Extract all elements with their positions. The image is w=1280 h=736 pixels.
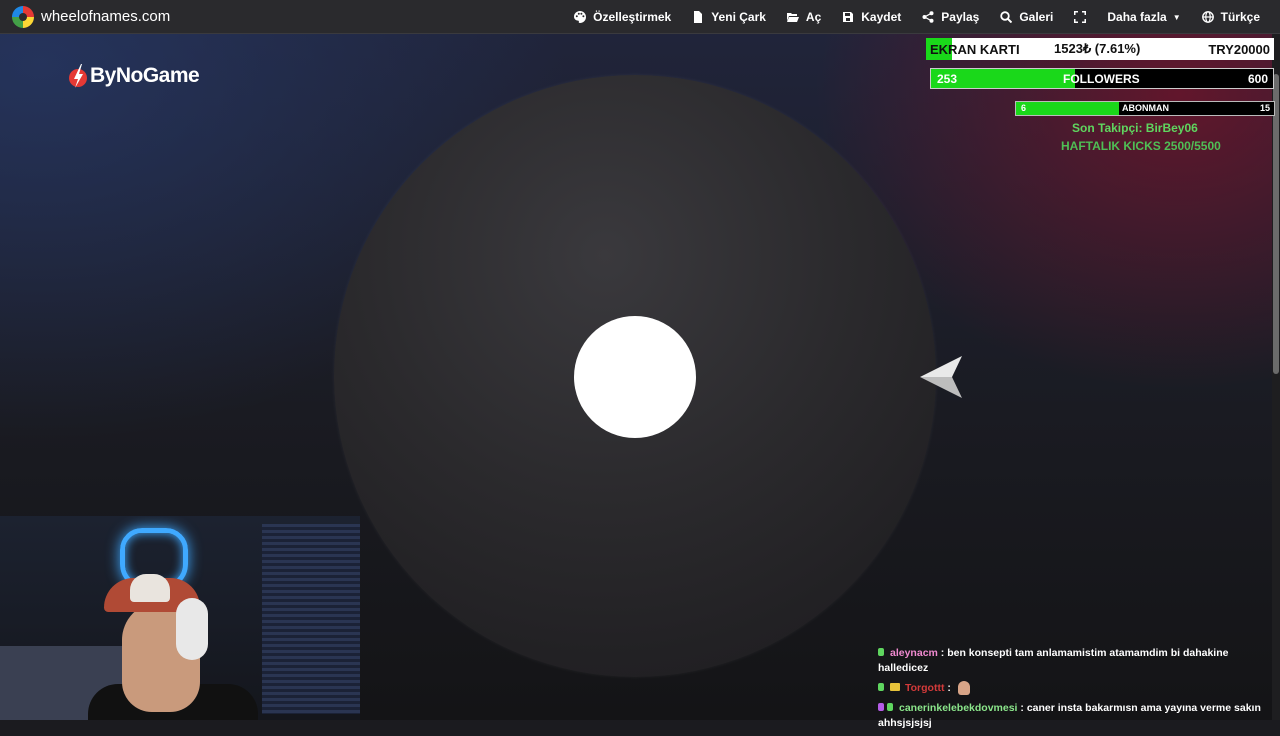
last-follower-text: Son Takipçi: BirBey06 — [1072, 121, 1198, 135]
wheel-logo-icon — [12, 5, 34, 28]
chat-sub-badge-icon — [878, 703, 884, 711]
nav-share[interactable]: Paylaş — [922, 10, 979, 24]
site-name: wheelofnames.com — [41, 8, 171, 25]
donation-goal-value: 1523₺ (7.61%) — [1054, 41, 1141, 56]
followers-target: 600 — [1247, 72, 1268, 86]
nav-save[interactable]: Kaydet — [842, 10, 901, 24]
nav-share-label: Paylaş — [941, 10, 980, 24]
followers-goal-bar: 253 FOLLOWERS 600 — [930, 68, 1274, 89]
followers-current: 253 — [937, 72, 958, 86]
subscriber-current: 6 — [1021, 103, 1027, 113]
subscriber-target: 15 — [1259, 103, 1270, 113]
nav-open-label: Aç — [805, 10, 822, 24]
sponsor-logo: ByNoGame — [68, 62, 200, 90]
sponsor-name: ByNoGame — [90, 64, 200, 87]
wheel-center-hub[interactable] — [574, 316, 696, 438]
globe-icon — [1201, 11, 1214, 23]
nav-new-wheel-label: Yeni Çark — [711, 10, 766, 24]
subscriber-label: ABONMAN — [1122, 103, 1169, 113]
caret-down-icon: ▼ — [1172, 12, 1181, 22]
nav-language[interactable]: Türkçe — [1201, 10, 1260, 24]
nav-customize[interactable]: Özelleştirmek — [574, 10, 671, 24]
scrollbar-thumb[interactable] — [1273, 74, 1279, 374]
chat-badge-icon — [887, 703, 893, 711]
bynogame-mark-icon — [69, 64, 87, 88]
chat-username: aleynacm — [890, 647, 938, 659]
save-icon — [843, 12, 854, 22]
crown-badge-icon — [890, 683, 900, 691]
chat-text: : — [944, 682, 954, 694]
streamer-webcam — [0, 516, 360, 720]
fullscreen-icon — [1074, 11, 1087, 23]
chat-message: canerinkelebekdovmesi : caner insta baka… — [878, 701, 1274, 731]
nav-save-label: Kaydet — [861, 10, 902, 24]
nav-fullscreen[interactable] — [1074, 11, 1087, 23]
webcam-headphone — [176, 598, 208, 660]
webcam-person-cap-front — [130, 574, 170, 602]
donation-goal-bar: EKRAN KARTI 1523₺ (7.61%) TRY20000 — [926, 38, 1274, 60]
nav-language-label: Türkçe — [1220, 10, 1260, 24]
webcam-window-blinds — [262, 524, 360, 714]
nav-menu: Özelleştirmek Yeni Çark Aç Kaydet Paylaş… — [553, 0, 1260, 34]
site-brand[interactable]: wheelofnames.com — [12, 5, 171, 28]
chat-username: Torgottt — [905, 682, 945, 694]
chat-message: aleynacm : ben konsepti tam anlamamistim… — [878, 646, 1274, 676]
donation-goal-name: EKRAN KARTI — [930, 41, 1020, 57]
search-icon — [1000, 11, 1013, 23]
emote-icon — [957, 681, 970, 696]
top-navigation-bar: wheelofnames.com Özelleştirmek Yeni Çark… — [0, 0, 1280, 34]
chat-message: Torgottt : — [878, 681, 1274, 696]
wheel-pointer-icon — [920, 356, 962, 398]
subscriber-goal-fill — [1016, 102, 1120, 115]
chat-badge-icon — [878, 683, 884, 691]
share-icon — [922, 11, 934, 23]
nav-customize-label: Özelleştirmek — [593, 10, 672, 24]
nav-gallery-label: Galeri — [1019, 10, 1054, 24]
nav-more-label: Daha fazla — [1107, 10, 1167, 24]
folder-open-icon — [786, 13, 799, 22]
donation-goal-target: TRY20000 — [1208, 41, 1270, 57]
page-scrollbar[interactable] — [1272, 34, 1280, 720]
stream-chat: aleynacm : ben konsepti tam anlamamistim… — [878, 646, 1274, 736]
nav-new-wheel[interactable]: Yeni Çark — [692, 10, 766, 24]
chat-badge-icon — [878, 648, 884, 656]
nav-more[interactable]: Daha fazla ▼ — [1107, 10, 1180, 24]
weekly-kicks-text: HAFTALIK KICKS 2500/5500 — [1061, 139, 1221, 153]
nav-open[interactable]: Aç — [786, 10, 822, 24]
chat-username: canerinkelebekdovmesi — [899, 702, 1018, 714]
file-icon — [694, 11, 703, 23]
palette-icon — [574, 11, 587, 23]
subscriber-goal-bar: 6 ABONMAN 15 — [1015, 101, 1275, 116]
nav-gallery[interactable]: Galeri — [1000, 10, 1053, 24]
followers-label: FOLLOWERS — [1063, 72, 1140, 86]
